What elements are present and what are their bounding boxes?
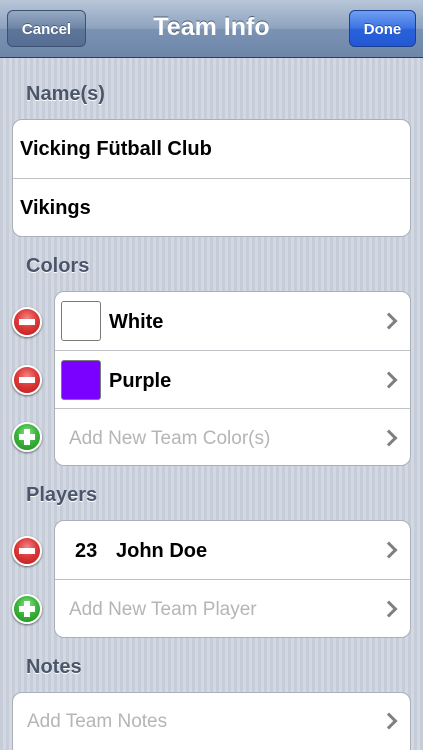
notes-group: Add Team Notes [12, 692, 411, 750]
colors-group: White Purple Add New Team Color(s) [54, 291, 411, 466]
add-team-player-row[interactable]: Add New Team Player [55, 579, 410, 637]
minus-circle-icon[interactable] [12, 536, 42, 566]
done-button[interactable]: Done [349, 10, 416, 47]
names-group: Vicking Fütball Club Vikings [12, 119, 411, 237]
color-name: Purple [109, 370, 172, 392]
add-team-notes-row[interactable]: Add Team Notes [13, 693, 410, 750]
players-group: 23 John Doe Add New Team Player [54, 520, 411, 638]
team-short-name-value: Vikings [20, 197, 91, 219]
plus-circle-icon[interactable] [12, 422, 42, 452]
section-header-players: Players [26, 484, 98, 506]
chevron-right-icon [380, 371, 398, 389]
add-team-color-label: Add New Team Color(s) [69, 428, 271, 449]
color-row-purple[interactable]: Purple [55, 350, 410, 408]
section-header-colors: Colors [26, 255, 90, 277]
add-team-color-row[interactable]: Add New Team Color(s) [55, 408, 410, 465]
chevron-right-icon [380, 429, 398, 447]
add-team-player-label: Add New Team Player [69, 599, 257, 620]
color-row-white[interactable]: White [55, 292, 410, 350]
team-name-value: Vicking Fütball Club [20, 138, 212, 160]
navigation-bar: Cancel Team Info Done [0, 0, 423, 58]
color-swatch-purple [61, 360, 101, 400]
color-swatch-white [61, 301, 101, 341]
minus-circle-icon[interactable] [12, 365, 42, 395]
color-name: White [109, 311, 164, 333]
minus-circle-icon[interactable] [12, 307, 42, 337]
chevron-right-icon [380, 712, 398, 730]
player-row[interactable]: 23 John Doe [55, 521, 410, 579]
section-header-names: Name(s) [26, 83, 105, 105]
chevron-right-icon [380, 600, 398, 618]
section-header-notes: Notes [26, 656, 82, 678]
player-name: John Doe [116, 540, 208, 562]
plus-circle-icon[interactable] [12, 594, 42, 624]
player-number: 23 [75, 540, 98, 562]
add-team-notes-label: Add Team Notes [27, 711, 168, 732]
chevron-right-icon [380, 541, 398, 559]
team-name-field[interactable]: Vicking Fütball Club [13, 120, 410, 178]
chevron-right-icon [380, 312, 398, 330]
team-short-name-field[interactable]: Vikings [13, 178, 410, 236]
